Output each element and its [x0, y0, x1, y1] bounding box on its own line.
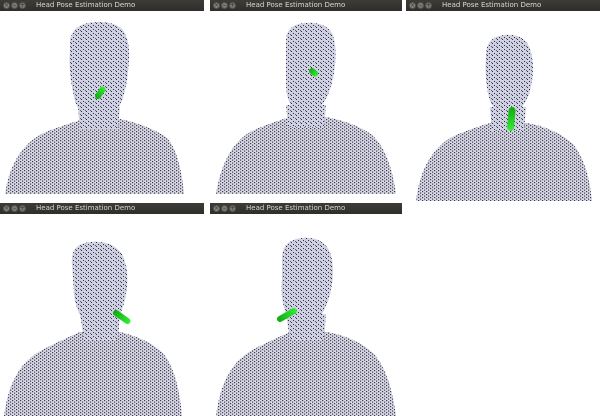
window-title: Head Pose Estimation Demo: [36, 204, 136, 212]
pointcloud-head: [286, 22, 336, 114]
close-icon[interactable]: ×: [213, 2, 220, 9]
close-icon[interactable]: ×: [3, 2, 10, 9]
pointcloud-torso: [216, 332, 396, 416]
pointcloud-torso: [4, 332, 182, 416]
window-title: Head Pose Estimation Demo: [442, 1, 542, 9]
minimize-icon[interactable]: –: [11, 205, 18, 212]
pointcloud-view[interactable]: [0, 11, 204, 204]
pointcloud-view[interactable]: [210, 11, 402, 204]
pointcloud-torso: [5, 119, 184, 194]
close-icon[interactable]: ×: [213, 205, 220, 212]
demo-window-1: × – + Head Pose Estimation Demo: [0, 0, 204, 204]
window-titlebar[interactable]: × – + Head Pose Estimation Demo: [210, 203, 402, 214]
minimize-icon[interactable]: –: [11, 2, 18, 9]
close-icon[interactable]: ×: [3, 205, 10, 212]
pointcloud-head: [485, 34, 533, 115]
window-title: Head Pose Estimation Demo: [36, 1, 136, 9]
pointcloud-head: [69, 21, 130, 120]
demo-window-4: × – + Head Pose Estimation Demo: [0, 203, 204, 416]
pointcloud-view[interactable]: [210, 214, 402, 416]
pointcloud-torso: [416, 123, 592, 201]
maximize-icon[interactable]: +: [19, 205, 26, 212]
demo-window-3: × – + Head Pose Estimation Demo: [406, 0, 600, 204]
window-titlebar[interactable]: × – + Head Pose Estimation Demo: [210, 0, 402, 11]
minimize-icon[interactable]: –: [221, 205, 228, 212]
window-titlebar[interactable]: × – + Head Pose Estimation Demo: [0, 0, 204, 11]
minimize-icon[interactable]: –: [417, 2, 424, 9]
maximize-icon[interactable]: +: [425, 2, 432, 9]
pointcloud-view[interactable]: [0, 214, 204, 416]
window-titlebar[interactable]: × – + Head Pose Estimation Demo: [406, 0, 600, 11]
maximize-icon[interactable]: +: [229, 2, 236, 9]
window-titlebar[interactable]: × – + Head Pose Estimation Demo: [0, 203, 204, 214]
close-icon[interactable]: ×: [409, 2, 416, 9]
maximize-icon[interactable]: +: [229, 205, 236, 212]
maximize-icon[interactable]: +: [19, 2, 26, 9]
window-title: Head Pose Estimation Demo: [246, 1, 346, 9]
demo-window-2: × – + Head Pose Estimation Demo: [210, 0, 402, 204]
pointcloud-torso: [216, 117, 396, 194]
pointcloud-view[interactable]: [406, 11, 600, 204]
window-title: Head Pose Estimation Demo: [246, 204, 346, 212]
minimize-icon[interactable]: –: [221, 2, 228, 9]
demo-window-5: × – + Head Pose Estimation Demo: [210, 203, 402, 416]
